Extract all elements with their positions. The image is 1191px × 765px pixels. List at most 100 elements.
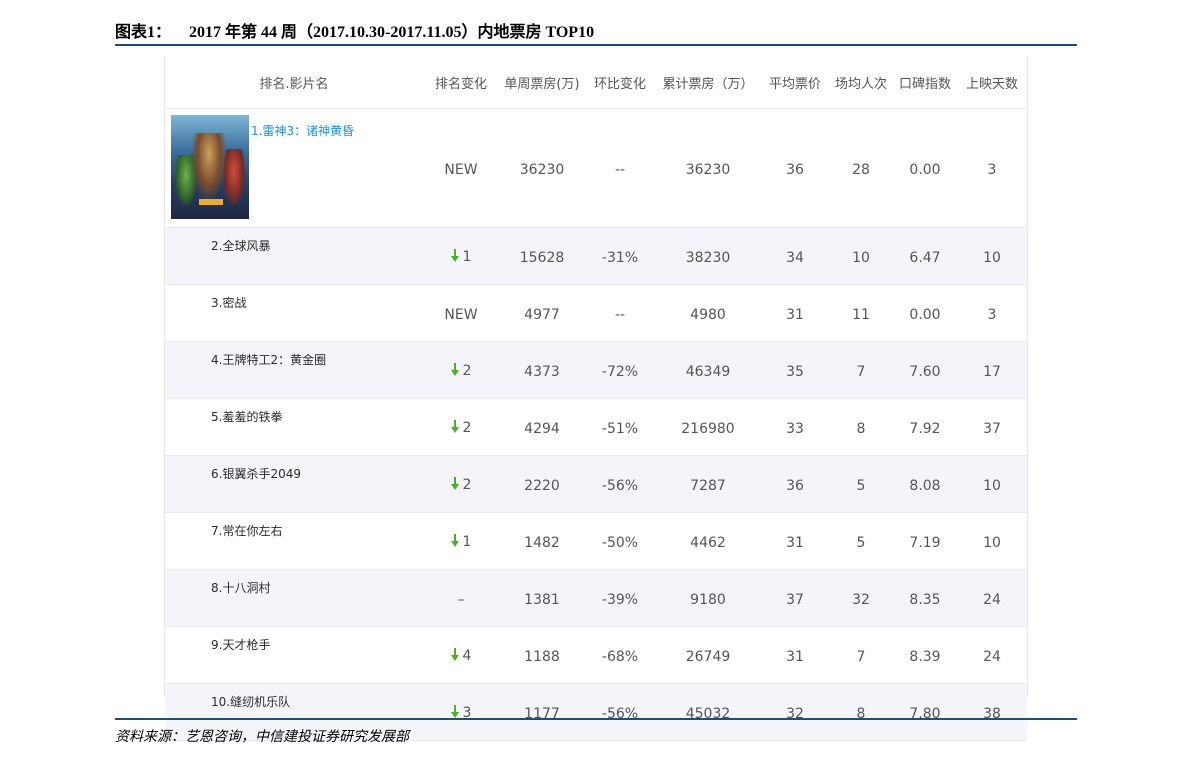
days-released-cell: 24 [983, 592, 1001, 608]
film-name-cell: 9.天才枪手 [165, 627, 423, 684]
table-row: 3.密战 NEW 4977 -- 4980 31 11 0.00 3 [165, 285, 1027, 342]
avg-price-cell: 36 [786, 478, 804, 494]
rank-change-cell: 3 [423, 684, 499, 741]
weekly-box-office-cell: 1381 [524, 592, 560, 608]
total-box-office-cell: 9180 [690, 592, 726, 608]
table-row: 5.羞羞的铁拳 2 4294 -51% 216980 33 8 7.92 37 [165, 399, 1027, 456]
film-name-cell: 7.常在你左右 [165, 513, 423, 570]
rank-change-value: NEW [444, 162, 478, 178]
col-header-name: 排名.影片名 [165, 56, 423, 109]
rank-change-cell: 2 [423, 399, 499, 456]
days-released-cell: 17 [983, 364, 1001, 380]
avg-attendance-cell: 28 [852, 162, 870, 178]
film-name: 8.十八洞村 [211, 581, 271, 595]
avg-price-cell: 35 [786, 364, 804, 380]
table-row: 6.银翼杀手2049 2 2220 -56% 7287 36 5 8.08 10 [165, 455, 1027, 513]
figure-title-text: 2017 年第 44 周（2017.10.30-2017.11.05）内地票房 … [189, 24, 595, 41]
rank-change-cell: 2 [423, 456, 499, 513]
source-note: 资料来源：艺恩咨询，中信建投证券研究发展部 [115, 729, 409, 745]
days-released-cell: 10 [983, 250, 1001, 266]
word-of-mouth-score-cell: 8.08 [909, 478, 941, 494]
rank-change-cell: NEW [423, 285, 499, 342]
word-of-mouth-score-cell: 7.92 [909, 421, 941, 437]
col-header-change: 排名变化 [423, 56, 499, 109]
rank-change-value: 4 [462, 647, 472, 664]
wow-change-cell: -72% [601, 364, 639, 380]
avg-attendance-cell: 7 [856, 364, 866, 380]
wow-change-cell: -51% [601, 421, 639, 437]
total-box-office-cell: 46349 [685, 364, 731, 380]
total-box-office-cell: 7287 [690, 478, 726, 494]
film-name: 6.银翼杀手2049 [211, 467, 301, 481]
rank-change-cell: 1 [423, 228, 499, 285]
word-of-mouth-score-cell: 7.60 [909, 364, 941, 380]
rank-change-value: NEW [444, 307, 478, 323]
figure-title: 图表1： 2017 年第 44 周（2017.10.30-2017.11.05）内… [115, 18, 594, 42]
film-name-cell: 5.羞羞的铁拳 [165, 399, 423, 456]
total-box-office-cell: 45032 [685, 706, 731, 722]
film-name: 7.常在你左右 [211, 524, 283, 538]
box-office-table-container: 排名.影片名 排名变化 单周票房(万) 环比变化 累计票房（万） 平均票价 场均… [164, 56, 1028, 741]
wow-change-cell: -- [614, 307, 626, 323]
arrow-down-icon [450, 363, 459, 377]
table-row: 1.雷神3：诸神黄昏 NEW 36230 -- 36230 36 28 0.00 3 [165, 109, 1027, 228]
wow-change-cell: -39% [601, 592, 639, 608]
arrow-down-icon [450, 420, 459, 434]
total-box-office-cell: 4980 [690, 307, 726, 323]
rank-change-cell: – [423, 570, 499, 627]
wow-change-cell: -56% [601, 706, 639, 722]
weekly-box-office-cell: 4294 [524, 421, 560, 437]
table-row: 2.全球风暴 1 15628 -31% 38230 34 10 6.47 10 [165, 227, 1027, 285]
film-name: 9.天才枪手 [211, 638, 271, 652]
film-name: 3.密战 [211, 296, 247, 310]
film-name-cell: 1.雷神3：诸神黄昏 [165, 109, 423, 228]
table-row: 7.常在你左右 1 1482 -50% 4462 31 5 7.19 10 [165, 513, 1027, 570]
avg-attendance-cell: 8 [856, 706, 866, 722]
word-of-mouth-score-cell: 7.19 [909, 535, 941, 551]
wow-change-cell: -50% [601, 535, 639, 551]
avg-attendance-cell: 32 [852, 592, 870, 608]
film-name: 5.羞羞的铁拳 [211, 410, 283, 424]
days-released-cell: 37 [983, 421, 1001, 437]
weekly-box-office-cell: 1188 [524, 649, 560, 665]
col-header-days: 上映天数 [957, 56, 1027, 109]
avg-attendance-cell: 5 [856, 478, 866, 494]
arrow-down-icon [450, 249, 459, 263]
col-header-score: 口碑指数 [893, 56, 957, 109]
avg-price-cell: 34 [786, 250, 804, 266]
avg-price-cell: 31 [786, 535, 804, 551]
rank-change-value: 2 [462, 476, 472, 493]
top-rule [115, 44, 1077, 46]
avg-price-cell: 32 [786, 706, 804, 722]
days-released-cell: 3 [987, 307, 997, 323]
rank-change-cell: 4 [423, 627, 499, 684]
avg-price-cell: 31 [786, 649, 804, 665]
days-released-cell: 38 [983, 706, 1001, 722]
avg-price-cell: 36 [786, 162, 804, 178]
word-of-mouth-score-cell: 8.35 [909, 592, 941, 608]
avg-attendance-cell: 7 [856, 649, 866, 665]
arrow-down-icon [450, 705, 459, 719]
avg-attendance-cell: 5 [856, 535, 866, 551]
arrow-down-icon [450, 648, 459, 662]
wow-change-cell: -56% [601, 478, 639, 494]
col-header-total: 累计票房（万） [655, 56, 761, 109]
days-released-cell: 10 [983, 535, 1001, 551]
col-header-weekly: 单周票房(万) [499, 56, 585, 109]
avg-attendance-cell: 11 [852, 307, 870, 323]
weekly-box-office-cell: 2220 [524, 478, 560, 494]
word-of-mouth-score-cell: 0.00 [909, 307, 941, 323]
total-box-office-cell: 36230 [685, 162, 731, 178]
wow-change-cell: -68% [601, 649, 639, 665]
avg-attendance-cell: 10 [852, 250, 870, 266]
arrow-down-icon [450, 534, 459, 548]
weekly-box-office-cell: 15628 [519, 250, 565, 266]
days-released-cell: 10 [983, 478, 1001, 494]
bottom-rule [115, 718, 1077, 720]
movie-poster-image[interactable] [171, 115, 249, 219]
avg-price-cell: 31 [786, 307, 804, 323]
rank-change-value: 2 [462, 362, 472, 379]
col-header-wow: 环比变化 [585, 56, 655, 109]
box-office-table: 排名.影片名 排名变化 单周票房(万) 环比变化 累计票房（万） 平均票价 场均… [165, 56, 1027, 741]
rank-change-value: 1 [462, 533, 472, 550]
